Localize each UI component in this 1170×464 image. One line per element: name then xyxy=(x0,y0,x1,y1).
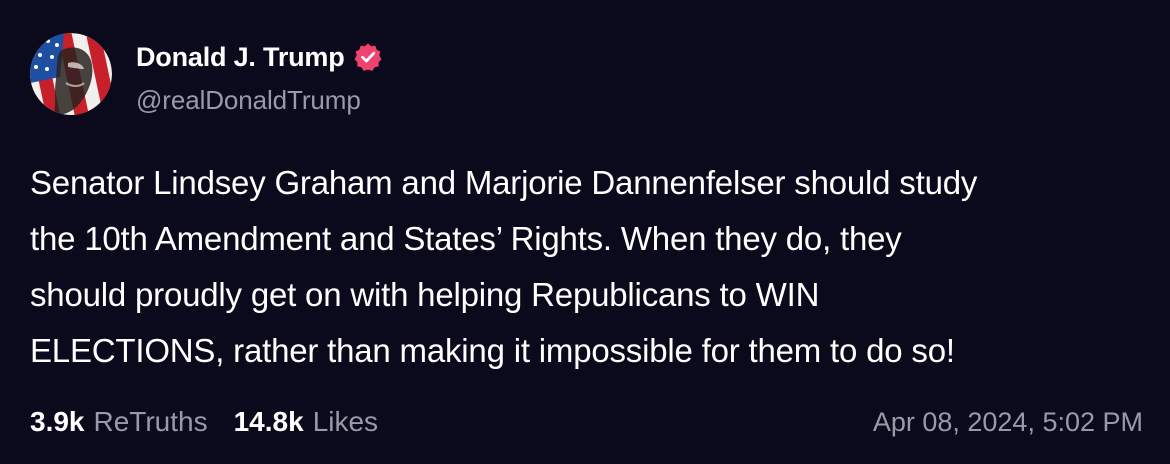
likes-count: 14.8k xyxy=(233,406,304,437)
verified-badge-icon xyxy=(353,42,383,72)
truth-post-card: Donald J. Trump @realDonaldTrump Senator… xyxy=(0,0,1170,464)
likes-label: Likes xyxy=(312,406,379,437)
author-names: Donald J. Trump @realDonaldTrump xyxy=(136,33,383,116)
post-header: Donald J. Trump @realDonaldTrump xyxy=(30,33,383,123)
retruths-label: ReTruths xyxy=(93,406,208,437)
author-name-row: Donald J. Trump xyxy=(136,39,383,75)
retruths-count: 3.9k xyxy=(30,406,85,437)
author-display-name[interactable]: Donald J. Trump xyxy=(136,42,345,73)
avatar-image xyxy=(30,33,112,115)
profile-avatar[interactable] xyxy=(30,33,112,115)
likes-stat[interactable]: 14.8k Likes xyxy=(234,406,378,438)
post-timestamp[interactable]: Apr 08, 2024, 5:02 PM xyxy=(873,407,1143,438)
retruths-stat[interactable]: 3.9k ReTruths xyxy=(30,406,208,438)
post-footer: 3.9k ReTruths 14.8k Likes Apr 08, 2024, … xyxy=(30,404,1143,440)
post-body-text: Senator Lindsey Graham and Marjorie Dann… xyxy=(30,164,978,369)
author-handle[interactable]: @realDonaldTrump xyxy=(136,85,383,116)
